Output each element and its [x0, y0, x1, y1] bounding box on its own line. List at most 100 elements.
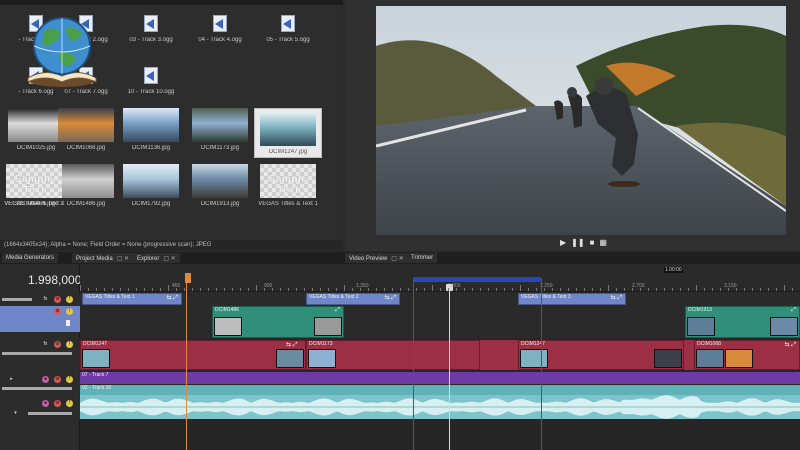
- mute-icon[interactable]: ⊘: [54, 400, 61, 407]
- sample-text: Sample Text: [14, 174, 54, 196]
- media-item-label: 03 - Track 3.ogg: [129, 37, 173, 43]
- video-clip[interactable]: DCIM1913 ⤢: [685, 306, 800, 338]
- marker-label[interactable]: 1.00:00: [664, 267, 683, 273]
- ruler-tick: [240, 288, 241, 291]
- media-audio-item[interactable]: 04 - Track 4.ogg: [186, 14, 254, 43]
- loop-region-bar[interactable]: [413, 277, 541, 282]
- solo-icon[interactable]: !: [66, 341, 73, 348]
- video-clip[interactable]: DCIM1247 ⇆ ⤢: [80, 340, 306, 370]
- microphone-icon[interactable]: ●: [42, 400, 49, 407]
- ruler-tick: [600, 288, 601, 291]
- pause-button[interactable]: ❚❚: [571, 238, 584, 247]
- media-title-item[interactable]: Sample Text VEGAS Titles & Text 3: [0, 164, 68, 207]
- mute-icon[interactable]: ⊘: [54, 308, 61, 315]
- track-level-knob[interactable]: [66, 320, 70, 326]
- tab-media-generators[interactable]: Media Generators: [2, 253, 59, 263]
- media-item-label: DCIM1173.jpg: [201, 145, 239, 151]
- tab-video-preview[interactable]: Video Preview ▢ ✕: [345, 253, 408, 263]
- image-thumbnail: [192, 164, 248, 198]
- level-slider[interactable]: [2, 298, 32, 301]
- close-icon[interactable]: ▢ ✕: [117, 256, 129, 262]
- media-image-item[interactable]: DCIM1068.jpg: [52, 108, 120, 151]
- media-item-label: 05 - Track 5.ogg: [266, 37, 310, 43]
- ruler-tick: [592, 288, 593, 291]
- ruler-tick: [760, 288, 761, 291]
- clip-fx-icon[interactable]: ⇆ ⤢: [167, 294, 179, 302]
- loop-end-line: [541, 278, 542, 450]
- media-image-item[interactable]: DCIM1173.jpg: [186, 108, 254, 151]
- solo-icon[interactable]: !: [66, 308, 73, 315]
- media-image-item[interactable]: DCIM1136.jpg: [117, 108, 185, 151]
- stop-button[interactable]: ■: [590, 238, 595, 247]
- clip-fx-icon[interactable]: ⇆ ⤢: [785, 341, 797, 349]
- fx-icon[interactable]: fx: [42, 296, 49, 303]
- clip-fx-icon[interactable]: ⇆ ⤢: [611, 294, 623, 302]
- ruler-tick: [504, 288, 505, 291]
- video-clip[interactable]: DCIM1068 ⇆ ⤢: [694, 340, 800, 370]
- audio-clip[interactable]: 02 - Track 10: [80, 385, 800, 419]
- solo-icon[interactable]: !: [66, 376, 73, 383]
- clip-thumbnail: [82, 349, 110, 368]
- ruler-tick: [656, 288, 657, 291]
- video-clip[interactable]: DCIM1486 ⤢: [212, 306, 344, 338]
- video-clip[interactable]: DCIM1173: [306, 340, 480, 370]
- title-clip[interactable]: VEGAS Titles & Text 3 ⇆ ⤢: [518, 293, 626, 305]
- media-image-item[interactable]: DCIM1247.jpg: [254, 108, 322, 158]
- ruler-tick: [464, 288, 465, 291]
- clip-fx-icon[interactable]: ⤢: [791, 307, 796, 314]
- solo-icon[interactable]: !: [66, 400, 73, 407]
- level-slider[interactable]: [28, 412, 72, 415]
- tab-explorer[interactable]: Explorer ▢ ✕: [133, 253, 180, 263]
- playhead-line: [449, 284, 450, 450]
- mute-icon[interactable]: ⊘: [54, 376, 61, 383]
- clip-fx-icon[interactable]: ⤢: [335, 307, 340, 314]
- ruler-tick: [528, 288, 529, 291]
- media-image-item[interactable]: DCIM1913.jpg: [186, 164, 254, 207]
- timeline-ruler[interactable]: 1.00:00 4509001.3501.8002.2502.7003.1503…: [80, 264, 800, 292]
- audio-waveform: [80, 395, 800, 419]
- mute-icon[interactable]: ⊘: [54, 341, 61, 348]
- title-clip[interactable]: VEGAS Titles & Text 2 ⇆ ⤢: [306, 293, 400, 305]
- track-audio-2: 02 - Track 10: [80, 385, 800, 419]
- solo-icon[interactable]: !: [66, 296, 73, 303]
- audio-clip[interactable]: 07 - Track 7: [80, 372, 800, 384]
- track-header-titles: fx ⊘ !: [0, 294, 80, 306]
- level-slider[interactable]: [2, 352, 72, 355]
- ruler-tick: [776, 288, 777, 291]
- clip-thumbnail: [654, 349, 682, 368]
- ruler-tick: [664, 288, 665, 291]
- media-image-item[interactable]: DCIM1792.jpg: [117, 164, 185, 207]
- ruler-tick: [488, 288, 489, 291]
- ruler-tick: [424, 288, 425, 291]
- mute-icon[interactable]: ⊘: [54, 296, 61, 303]
- clip-fx-icon[interactable]: ⇆ ⤢: [286, 341, 298, 349]
- media-audio-item[interactable]: 10 - Track 10.ogg: [117, 66, 185, 95]
- ruler-tick: [88, 288, 89, 291]
- ruler-tick: [128, 288, 129, 291]
- title-clip[interactable]: VEGAS Titles & Text 1 ⇆ ⤢: [82, 293, 182, 305]
- video-clip[interactable]: DCIM1247: [518, 340, 684, 370]
- loop-button[interactable]: ▦: [599, 238, 607, 247]
- microphone-icon[interactable]: ●: [42, 376, 49, 383]
- media-item-label: DCIM1068.jpg: [66, 145, 106, 151]
- ruler-tick: [224, 288, 225, 291]
- ruler-tick: [520, 285, 521, 291]
- media-audio-item[interactable]: 05 - Track 5.ogg: [254, 14, 322, 43]
- ruler-tick: [744, 288, 745, 291]
- close-icon[interactable]: ▢ ✕: [391, 256, 403, 262]
- media-title-item[interactable]: Sample Text VEGAS Titles & Text 1: [254, 164, 322, 207]
- clip-fx-icon[interactable]: ⇆ ⤢: [385, 294, 397, 302]
- track-video-2: DCIM1247 ⇆ ⤢ DCIM1173 DCIM1247 DCIM1068 …: [80, 340, 800, 370]
- tab-trimmer[interactable]: Trimmer: [407, 253, 438, 263]
- level-slider[interactable]: [2, 387, 72, 390]
- media-audio-item[interactable]: 03 - Track 3.ogg: [117, 14, 185, 43]
- image-thumbnail: [123, 164, 179, 198]
- ruler-label: 2.700: [632, 283, 645, 289]
- close-icon[interactable]: ▢ ✕: [163, 256, 175, 262]
- tab-project-media[interactable]: Project Media ▢ ✕: [72, 253, 134, 263]
- record-arm-icon[interactable]: ▸: [8, 376, 15, 383]
- fx-icon[interactable]: fx: [42, 341, 49, 348]
- play-button[interactable]: ▶: [560, 238, 566, 247]
- expand-arrow-icon[interactable]: ▾: [12, 410, 19, 417]
- audio-file-icon: [278, 14, 298, 34]
